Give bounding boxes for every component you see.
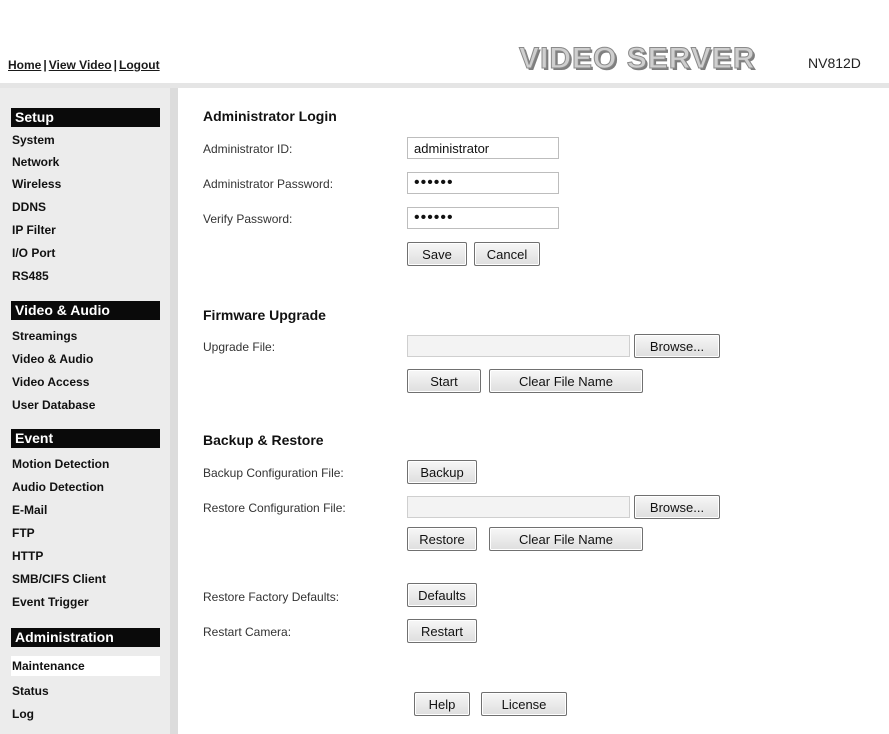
sidebar-item-email[interactable]: E-Mail (11, 503, 160, 517)
model-name: NV812D (808, 55, 861, 71)
admin-login-heading: Administrator Login (203, 108, 337, 124)
sidebar-item-user-database[interactable]: User Database (11, 398, 160, 412)
upgrade-file-input[interactable] (407, 335, 630, 357)
sidebar-item-motion-detection[interactable]: Motion Detection (11, 457, 160, 471)
sidebar-item-ip-filter[interactable]: IP Filter (11, 223, 160, 237)
sidebar-item-smb-cifs-client[interactable]: SMB/CIFS Client (11, 572, 160, 586)
nav-separator: | (43, 58, 47, 72)
firmware-browse-button[interactable]: Browse... (634, 334, 720, 358)
restore-clear-file-button[interactable]: Clear File Name (489, 527, 643, 551)
logout-link[interactable]: Logout (119, 58, 160, 72)
backup-button[interactable]: Backup (407, 460, 477, 484)
help-button[interactable]: Help (414, 692, 470, 716)
restore-button[interactable]: Restore (407, 527, 477, 551)
license-button[interactable]: License (481, 692, 567, 716)
sidebar-item-io-port[interactable]: I/O Port (11, 246, 160, 260)
top-nav: Home | View Video | Logout (8, 58, 160, 72)
home-link[interactable]: Home (8, 58, 41, 72)
sidebar-item-event-trigger[interactable]: Event Trigger (11, 595, 160, 609)
restore-browse-button[interactable]: Browse... (634, 495, 720, 519)
save-button[interactable]: Save (407, 242, 467, 266)
firmware-clear-file-button[interactable]: Clear File Name (489, 369, 643, 393)
sidebar-section-event: Event (11, 429, 160, 448)
sidebar-section-setup: Setup (11, 108, 160, 127)
backup-restore-heading: Backup & Restore (203, 432, 324, 448)
sidebar-item-streamings[interactable]: Streamings (11, 329, 160, 343)
start-button[interactable]: Start (407, 369, 481, 393)
admin-id-input[interactable] (407, 137, 559, 159)
view-video-link[interactable]: View Video (49, 58, 112, 72)
sidebar-item-video-audio[interactable]: Video & Audio (11, 352, 160, 366)
sidebar-item-log[interactable]: Log (11, 707, 160, 721)
sidebar-item-network[interactable]: Network (11, 155, 160, 169)
restore-config-label: Restore Configuration File: (203, 501, 346, 515)
firmware-upgrade-heading: Firmware Upgrade (203, 307, 326, 323)
restore-file-input[interactable] (407, 496, 630, 518)
sidebar: Setup System Network Wireless DDNS IP Fi… (0, 88, 170, 734)
sidebar-item-video-access[interactable]: Video Access (11, 375, 160, 389)
admin-password-label: Administrator Password: (203, 177, 334, 191)
sidebar-item-ddns[interactable]: DDNS (11, 200, 160, 214)
defaults-button[interactable]: Defaults (407, 583, 477, 607)
sidebar-item-http[interactable]: HTTP (11, 549, 160, 563)
backup-config-label: Backup Configuration File: (203, 466, 344, 480)
sidebar-item-ftp[interactable]: FTP (11, 526, 160, 540)
admin-password-input[interactable]: •••••• (407, 172, 559, 194)
restart-camera-label: Restart Camera: (203, 625, 292, 639)
cancel-button[interactable]: Cancel (474, 242, 540, 266)
sidebar-border (170, 88, 178, 734)
sidebar-item-rs485[interactable]: RS485 (11, 269, 160, 283)
admin-id-label: Administrator ID: (203, 142, 293, 156)
brand-logo: VIDEO SERVER (519, 42, 756, 76)
restart-button[interactable]: Restart (407, 619, 477, 643)
factory-defaults-label: Restore Factory Defaults: (203, 590, 340, 604)
sidebar-item-maintenance[interactable]: Maintenance (11, 656, 160, 676)
nav-separator: | (113, 58, 117, 72)
sidebar-section-administration: Administration (11, 628, 160, 647)
verify-password-label: Verify Password: (203, 212, 293, 226)
sidebar-section-video-audio: Video & Audio (11, 301, 160, 320)
sidebar-item-status[interactable]: Status (11, 684, 160, 698)
verify-password-input[interactable]: •••••• (407, 207, 559, 229)
sidebar-item-system[interactable]: System (11, 133, 160, 147)
upgrade-file-label: Upgrade File: (203, 340, 276, 354)
sidebar-item-audio-detection[interactable]: Audio Detection (11, 480, 160, 494)
sidebar-item-wireless[interactable]: Wireless (11, 177, 160, 191)
